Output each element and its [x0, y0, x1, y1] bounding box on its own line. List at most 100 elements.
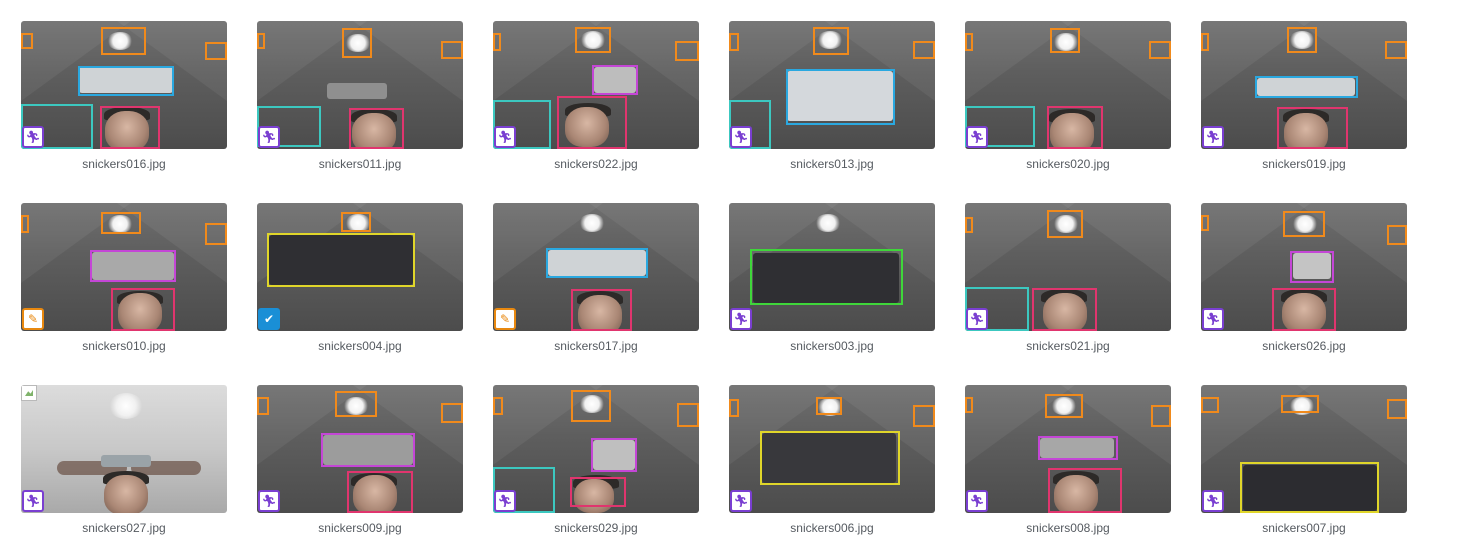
annotation-box-light	[493, 33, 501, 51]
gallery-item[interactable]: ✎ snickers017.jpg	[493, 203, 699, 353]
running-person-icon: 🏃︎	[22, 490, 44, 512]
image-thumbnail[interactable]: ✎	[493, 203, 699, 331]
gallery-item[interactable]: 🏃︎ snickers003.jpg	[729, 203, 935, 353]
image-thumbnail[interactable]: 🏃︎	[965, 203, 1171, 331]
gallery-item[interactable]: 🏃︎ snickers020.jpg	[965, 21, 1171, 171]
gallery-item[interactable]: 🏃︎ snickers008.jpg	[965, 385, 1171, 535]
running-person-icon: 🏃︎	[730, 490, 752, 512]
annotation-box-bag	[1290, 251, 1334, 283]
annotation-box-light	[335, 391, 377, 417]
annotation-box-light	[101, 27, 146, 55]
annotation-box-face	[571, 289, 632, 331]
gallery-item[interactable]: 🏃︎ snickers011.jpg	[257, 21, 463, 171]
image-thumbnail[interactable]: 🏃︎	[1201, 203, 1407, 331]
gallery-item[interactable]: 🏃︎ snickers021.jpg	[965, 203, 1171, 353]
annotation-box-wallet	[750, 249, 903, 305]
annotation-box-light	[21, 33, 33, 49]
image-thumbnail[interactable]: 🏃︎	[493, 21, 699, 149]
gallery-item[interactable]: 🏃︎ snickers009.jpg	[257, 385, 463, 535]
running-person-icon: 🏃︎	[1202, 126, 1224, 148]
image-thumbnail[interactable]: ✔	[257, 203, 463, 331]
gallery-item[interactable]: 🏃︎ snickers026.jpg	[1201, 203, 1407, 353]
image-thumbnail[interactable]: 🏃︎	[729, 385, 935, 513]
annotation-box-light	[1201, 33, 1209, 51]
annotation-box-light	[1151, 405, 1171, 427]
image-filename: snickers003.jpg	[790, 339, 874, 353]
annotation-box-bag	[1038, 436, 1118, 460]
annotation-box-wallet	[760, 431, 900, 485]
shield-check-icon: ✔	[258, 308, 280, 330]
image-thumbnail[interactable]: 🏃︎	[257, 385, 463, 513]
annotation-box-light	[813, 27, 849, 55]
image-thumbnail[interactable]: 🏃︎	[729, 203, 935, 331]
gallery-item[interactable]: 🏃︎ snickers019.jpg	[1201, 21, 1407, 171]
annotation-box-light	[729, 33, 739, 51]
image-filename: snickers013.jpg	[790, 157, 874, 171]
annotation-box-face	[570, 477, 626, 507]
annotation-box-bag	[321, 433, 415, 467]
image-filename: snickers021.jpg	[1026, 339, 1110, 353]
annotation-box-face	[349, 108, 404, 149]
annotation-box-light	[257, 397, 269, 415]
annotation-box-face	[1048, 468, 1122, 513]
gallery-item[interactable]: 🏃︎ snickers007.jpg	[1201, 385, 1407, 535]
annotation-box-face	[1032, 288, 1097, 331]
image-filename: snickers004.jpg	[318, 339, 402, 353]
annotation-box-bag	[591, 438, 637, 472]
annotation-box-light	[441, 41, 463, 59]
image-thumbnail[interactable]: 🏃︎	[21, 385, 227, 513]
running-person-icon: 🏃︎	[258, 490, 280, 512]
gallery-item[interactable]: ✎ snickers010.jpg	[21, 203, 227, 353]
image-thumbnail[interactable]: 🏃︎	[21, 21, 227, 149]
gallery-item[interactable]: 🏃︎ snickers027.jpg	[21, 385, 227, 535]
pencil-icon: ✎	[22, 308, 44, 330]
gallery-item[interactable]: 🏃︎ snickers006.jpg	[729, 385, 935, 535]
image-thumbnail[interactable]: ✎	[21, 203, 227, 331]
broken-image-icon	[21, 385, 37, 401]
annotation-box-face	[347, 471, 413, 513]
annotation-box-chips	[546, 248, 648, 278]
image-thumbnail[interactable]: 🏃︎	[1201, 385, 1407, 513]
annotation-box-light	[965, 217, 973, 233]
gallery-item[interactable]: 🏃︎ snickers016.jpg	[21, 21, 227, 171]
running-person-icon: 🏃︎	[966, 308, 988, 330]
annotation-box-light	[965, 33, 973, 51]
annotation-box-light	[21, 215, 29, 233]
image-filename: snickers027.jpg	[82, 521, 166, 535]
image-filename: snickers017.jpg	[554, 339, 638, 353]
gallery-item[interactable]: ✔ snickers004.jpg	[257, 203, 463, 353]
annotation-box-chips	[78, 66, 174, 96]
annotation-box-light	[341, 212, 371, 232]
gallery-item[interactable]: 🏃︎ snickers029.jpg	[493, 385, 699, 535]
annotation-box-light	[965, 397, 973, 413]
annotation-box-light	[1149, 41, 1171, 59]
ceiling-lamp	[109, 393, 143, 419]
image-thumbnail[interactable]: 🏃︎	[493, 385, 699, 513]
running-person-icon: 🏃︎	[22, 126, 44, 148]
annotation-box-wallet	[267, 233, 415, 287]
annotation-box-face	[111, 288, 175, 331]
annotation-box-light	[1387, 225, 1407, 245]
image-filename: snickers026.jpg	[1262, 339, 1346, 353]
running-person-icon: 🏃︎	[258, 126, 280, 148]
gallery-item[interactable]: 🏃︎ snickers013.jpg	[729, 21, 935, 171]
image-thumbnail[interactable]: 🏃︎	[965, 21, 1171, 149]
running-person-icon: 🏃︎	[1202, 490, 1224, 512]
image-thumbnail[interactable]: 🏃︎	[965, 385, 1171, 513]
annotation-box-light	[257, 33, 265, 49]
image-gallery-grid: 🏃︎ snickers016.jpg 🏃︎ snickers011.jpg 🏃︎…	[21, 21, 1407, 535]
running-person-icon: 🏃︎	[966, 490, 988, 512]
image-thumbnail[interactable]: 🏃︎	[257, 21, 463, 149]
image-filename: snickers019.jpg	[1262, 157, 1346, 171]
annotation-box-light	[1387, 399, 1407, 419]
pencil-icon: ✎	[494, 308, 516, 330]
running-person-icon: 🏃︎	[730, 126, 752, 148]
annotation-box-light	[575, 27, 611, 53]
image-thumbnail[interactable]: 🏃︎	[1201, 21, 1407, 149]
running-person-icon: 🏃︎	[494, 490, 516, 512]
gallery-item[interactable]: 🏃︎ snickers022.jpg	[493, 21, 699, 171]
image-thumbnail[interactable]: 🏃︎	[729, 21, 935, 149]
annotation-box-face	[1277, 107, 1348, 149]
annotation-box-light	[493, 397, 503, 415]
ceiling-lamp	[579, 214, 605, 232]
